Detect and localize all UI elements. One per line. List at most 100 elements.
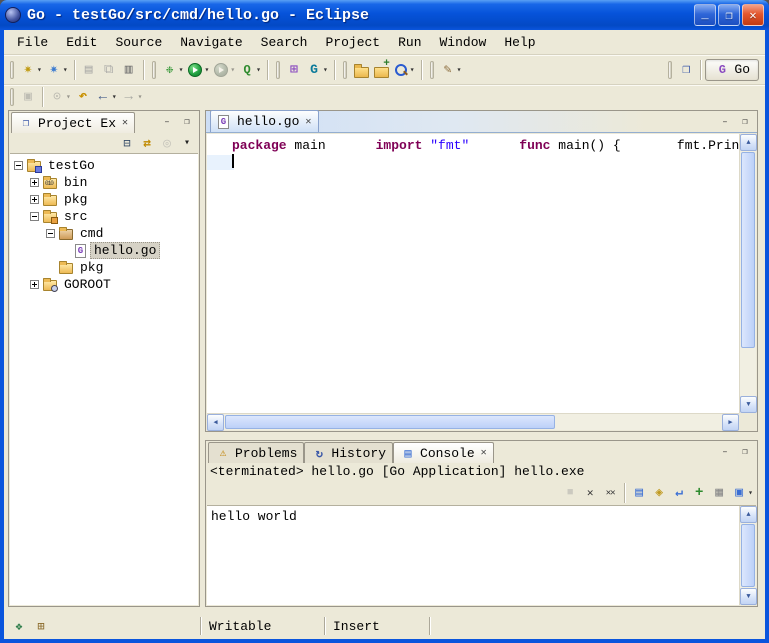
code-line-4[interactable]	[469, 138, 494, 153]
minimize-view-button[interactable]: –	[158, 115, 176, 130]
tree-item-testgo[interactable]: testGo	[10, 157, 198, 174]
maximize-button[interactable]: ❐	[718, 4, 740, 26]
menu-help[interactable]: Help	[495, 32, 544, 53]
dropdown-arrow-icon[interactable]: ▾	[112, 92, 117, 102]
maximize-view-button[interactable]: ❐	[178, 115, 196, 130]
collapse-icon[interactable]	[30, 212, 39, 221]
expand-icon[interactable]	[30, 195, 39, 204]
go-project-button[interactable]	[284, 59, 304, 81]
back-button[interactable]: ▾	[93, 86, 119, 108]
console-vertical-scrollbar[interactable]: ▲ ▼	[739, 506, 756, 605]
annotate-button[interactable]: ▾	[438, 59, 464, 81]
debug-button[interactable]: ▾	[160, 59, 186, 81]
minimize-view-button[interactable]: –	[716, 114, 734, 129]
menu-source[interactable]: Source	[106, 32, 171, 53]
word-wrap-button[interactable]	[669, 482, 689, 504]
search-button[interactable]: ▾	[391, 59, 417, 81]
remove-all-button[interactable]	[600, 482, 620, 504]
close-button[interactable]: ✕	[742, 4, 764, 26]
menu-navigate[interactable]: Navigate	[171, 32, 251, 53]
new-wizard-button[interactable]: ▾	[18, 59, 44, 81]
editor-vertical-scrollbar[interactable]: ▲ ▼	[739, 134, 756, 413]
toolbar-grip[interactable]	[10, 88, 14, 106]
project-tree[interactable]: testGobinpkgsrccmdhello.gopkgGOROOT	[10, 153, 198, 605]
scroll-thumb[interactable]	[741, 524, 755, 587]
collapse-icon[interactable]	[46, 229, 55, 238]
code-line-2[interactable]	[326, 138, 351, 153]
tab-history[interactable]: History	[304, 442, 393, 463]
title-bar[interactable]: Go - testGo/src/cmd/hello.go - Eclipse _…	[0, 0, 769, 30]
maximize-view-button[interactable]: ❐	[736, 114, 754, 129]
open-folder-plus-button[interactable]	[371, 59, 391, 81]
open-folder-button[interactable]	[351, 59, 371, 81]
clear-button[interactable]	[629, 482, 649, 504]
scroll-lock-button[interactable]	[649, 482, 669, 504]
tree-item-pkg[interactable]: pkg	[10, 259, 198, 276]
editor-horizontal-scrollbar[interactable]: ◀ ▶	[207, 413, 739, 430]
scroll-right-button[interactable]: ▶	[722, 414, 739, 431]
tree-item-pkg[interactable]: pkg	[10, 191, 198, 208]
print-button[interactable]	[119, 59, 139, 81]
open-console-button[interactable]: ▾	[729, 482, 755, 504]
go-perspective-button[interactable]: Go	[705, 59, 759, 81]
scroll-down-button[interactable]: ▼	[740, 588, 757, 605]
tab-hello-go[interactable]: hello.go ✕	[210, 110, 319, 132]
console-output-area[interactable]: hello world ▲ ▼	[207, 505, 756, 605]
menu-window[interactable]: Window	[431, 32, 496, 53]
dropdown-arrow-icon[interactable]: ▾	[63, 65, 68, 75]
menu-file[interactable]: File	[8, 32, 57, 53]
tab-problems[interactable]: Problems	[208, 442, 304, 463]
minimize-button[interactable]: _	[694, 4, 716, 26]
toolbar-grip[interactable]	[343, 61, 347, 79]
tab-console[interactable]: Console✕	[393, 442, 494, 463]
collapse-all-button[interactable]	[117, 132, 137, 154]
tab-project-explorer[interactable]: Project Ex ✕	[11, 112, 135, 133]
expand-icon[interactable]	[30, 280, 39, 289]
scroll-thumb[interactable]	[225, 415, 555, 429]
collapse-icon[interactable]	[14, 161, 23, 170]
dropdown-arrow-icon[interactable]: ▾	[37, 65, 42, 75]
open-perspective-button[interactable]	[676, 59, 696, 81]
dropdown-arrow-icon[interactable]: ▾	[179, 65, 184, 75]
menu-run[interactable]: Run	[389, 32, 430, 53]
code-line-3[interactable]: import "fmt"	[351, 138, 470, 153]
scroll-up-button[interactable]: ▲	[740, 134, 757, 151]
menu-edit[interactable]: Edit	[57, 32, 106, 53]
close-icon[interactable]: ✕	[122, 117, 128, 129]
toolbar-grip[interactable]	[668, 61, 672, 79]
ext-tools-button[interactable]: ▾	[237, 59, 263, 81]
close-icon[interactable]: ✕	[481, 447, 487, 459]
toolbar-grip[interactable]	[152, 61, 156, 79]
toolbar-grip[interactable]	[430, 61, 434, 79]
expand-icon[interactable]	[30, 178, 39, 187]
toolbar-grip[interactable]	[10, 61, 14, 79]
tree-item-hello-go[interactable]: hello.go	[10, 242, 198, 259]
code-line-8[interactable]	[207, 155, 234, 170]
dropdown-arrow-icon[interactable]: ▾	[323, 65, 328, 75]
scroll-left-button[interactable]: ◀	[207, 414, 224, 431]
scroll-thumb[interactable]	[741, 152, 755, 348]
minimize-view-button[interactable]: –	[716, 445, 734, 460]
dropdown-arrow-icon[interactable]: ▾	[204, 65, 209, 75]
dropdown-arrow-icon[interactable]: ▾	[457, 65, 462, 75]
scroll-up-button[interactable]: ▲	[740, 506, 757, 523]
tree-item-goroot[interactable]: GOROOT	[10, 276, 198, 293]
view-menu-button[interactable]	[177, 132, 197, 154]
dropdown-arrow-icon[interactable]: ▾	[410, 65, 415, 75]
maximize-view-button[interactable]: ❐	[736, 445, 754, 460]
dropdown-arrow-icon[interactable]: ▾	[748, 488, 753, 498]
launch-trim-icon[interactable]	[33, 618, 49, 634]
menu-project[interactable]: Project	[316, 32, 389, 53]
remove-button[interactable]	[580, 482, 600, 504]
link-editor-button[interactable]	[137, 132, 157, 154]
toolbar-grip[interactable]	[276, 61, 280, 79]
menu-search[interactable]: Search	[252, 32, 317, 53]
go-tools-button[interactable]: ▾	[304, 59, 330, 81]
code-line-6[interactable]: fmt.Println("hello world");	[621, 138, 739, 153]
tree-item-cmd[interactable]: cmd	[10, 225, 198, 242]
tree-item-src[interactable]: src	[10, 208, 198, 225]
run-button[interactable]: ▾	[185, 59, 211, 81]
pin-console-button[interactable]	[689, 482, 709, 504]
last-edit-button[interactable]	[73, 86, 93, 108]
tree-item-bin[interactable]: bin	[10, 174, 198, 191]
